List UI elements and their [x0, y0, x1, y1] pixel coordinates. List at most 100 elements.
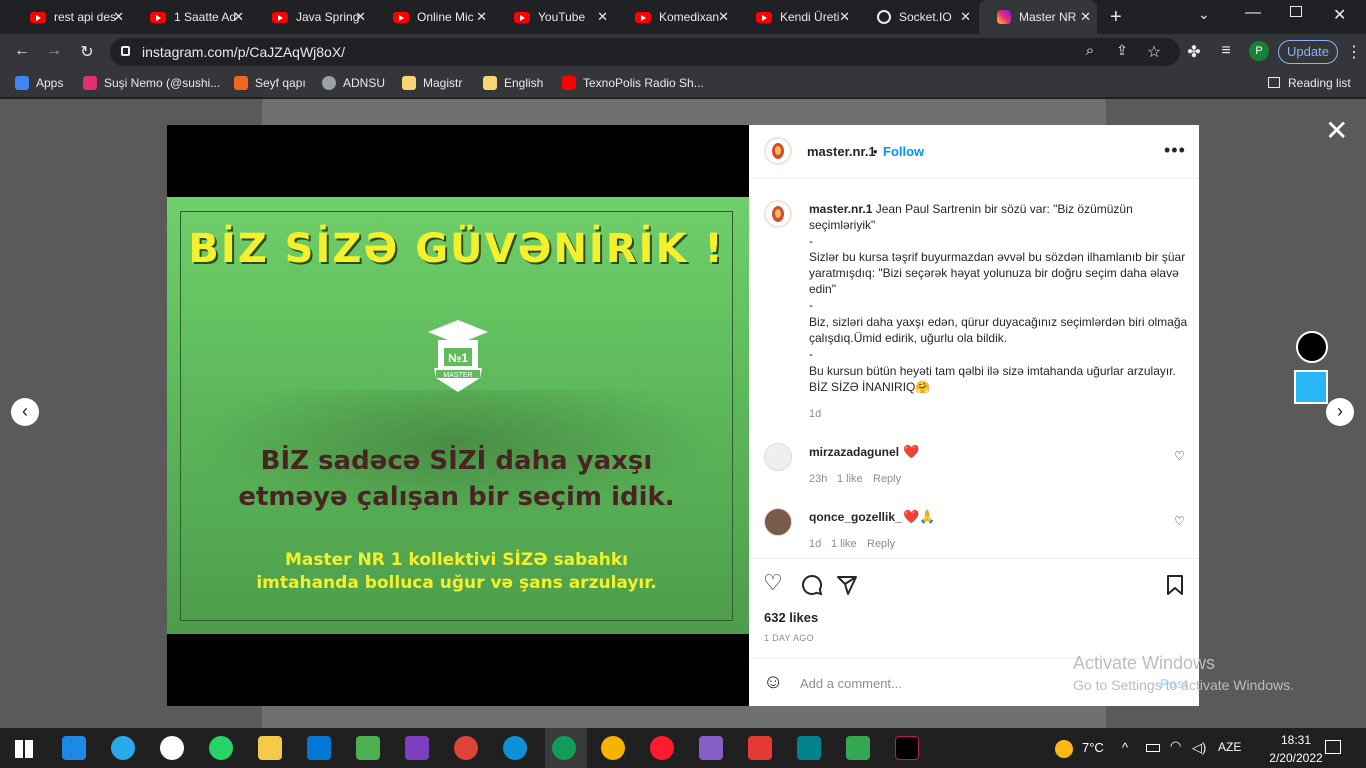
back-icon[interactable]: ←: [10, 42, 34, 60]
caption-avatar[interactable]: [764, 200, 792, 228]
tab-close-icon[interactable]: ✕: [355, 9, 366, 25]
bookmark-star-icon[interactable]: ☆: [1142, 42, 1166, 62]
tab-close-icon[interactable]: ✕: [113, 9, 124, 25]
add-comment-input[interactable]: Add a comment...: [800, 676, 902, 691]
clock-time[interactable]: 18:31: [1268, 733, 1324, 747]
mail-icon[interactable]: [62, 736, 86, 760]
comment-likes[interactable]: 1 like: [831, 538, 857, 550]
profile-avatar[interactable]: P: [1249, 41, 1269, 61]
share-icon[interactable]: ⇪: [1110, 42, 1134, 59]
more-options-icon[interactable]: •••: [1164, 140, 1186, 161]
reading-list-button[interactable]: Reading list: [1268, 76, 1351, 90]
browser-tab[interactable]: 1 Saatte Ad ✕: [132, 0, 250, 34]
reply-button[interactable]: Reply: [873, 473, 901, 485]
media-app-icon[interactable]: [748, 736, 772, 760]
commenter-avatar[interactable]: [764, 508, 792, 536]
minimize-icon[interactable]: —: [1245, 4, 1261, 22]
like-icon[interactable]: ♡: [763, 570, 783, 596]
browser-tab[interactable]: Online Mic ✕: [375, 0, 493, 34]
comment-user[interactable]: mirzazadagunel: [809, 445, 899, 459]
browser-tab[interactable]: Komedixan ✕: [617, 0, 735, 34]
tab-close-icon[interactable]: ✕: [960, 9, 971, 25]
media-control-icon[interactable]: ≡: [1214, 42, 1238, 60]
visual-studio-icon[interactable]: [405, 736, 429, 760]
close-window-icon[interactable]: ✕: [1333, 5, 1346, 25]
chrome-icon[interactable]: [601, 736, 625, 760]
new-tab-button[interactable]: +: [1110, 6, 1122, 29]
close-modal-icon[interactable]: ✕: [1325, 114, 1348, 147]
update-button[interactable]: Update: [1278, 40, 1338, 64]
telegram-icon[interactable]: [111, 736, 135, 760]
restore-icon[interactable]: [1290, 6, 1302, 17]
next-post-button[interactable]: ›: [1326, 398, 1354, 426]
url-text[interactable]: instagram.com/p/CaJZAqWj8oX/: [142, 44, 345, 60]
vscode-icon[interactable]: [307, 736, 331, 760]
bookmark-item[interactable]: Apps: [15, 76, 63, 90]
browser-tab[interactable]: Kendi Üreti ✕: [738, 0, 856, 34]
whatsapp-icon[interactable]: [209, 736, 233, 760]
volume-icon[interactable]: ◁): [1192, 740, 1206, 756]
google-drive-icon[interactable]: [846, 736, 870, 760]
smile-extension-icon[interactable]: [1294, 370, 1328, 404]
clock-date[interactable]: 2/20/2022: [1264, 751, 1328, 765]
browser-tab[interactable]: Socket.IO ✕: [859, 0, 977, 34]
reload-icon[interactable]: ↻: [75, 42, 99, 62]
reply-button[interactable]: Reply: [867, 538, 895, 550]
browser-tab[interactable]: Java Spring ✕: [254, 0, 372, 34]
bookmark-item[interactable]: Seyf qapı: [234, 76, 306, 90]
author-avatar[interactable]: [764, 137, 792, 165]
forward-icon[interactable]: →: [42, 42, 66, 60]
likes-count[interactable]: 632 likes: [764, 610, 818, 625]
weather-icon[interactable]: [1055, 740, 1073, 758]
notifications-icon[interactable]: [1325, 740, 1341, 754]
tray-chevron-icon[interactable]: ^: [1122, 740, 1128, 755]
bookmark-item[interactable]: English: [483, 76, 543, 90]
dev-tool-icon[interactable]: [356, 736, 380, 760]
tab-close-icon[interactable]: ✕: [1080, 9, 1091, 25]
browser-tab[interactable]: YouTube ✕: [496, 0, 614, 34]
share-post-icon[interactable]: [836, 574, 858, 596]
tab-close-icon[interactable]: ✕: [839, 9, 850, 25]
zoom-icon[interactable]: ⌕: [1078, 42, 1102, 59]
author-username[interactable]: master.nr.1: [807, 144, 876, 159]
file-explorer-icon[interactable]: [258, 736, 282, 760]
comment-likes[interactable]: 1 like: [837, 473, 863, 485]
comment-user[interactable]: qonce_gozellik_: [809, 510, 902, 524]
rider-icon[interactable]: [895, 736, 919, 760]
tia-portal-icon[interactable]: [797, 736, 821, 760]
browser-tab[interactable]: Master NR ✕: [979, 0, 1097, 34]
caption-username[interactable]: master.nr.1: [809, 202, 872, 216]
tab-close-icon[interactable]: ✕: [233, 9, 244, 25]
language-indicator[interactable]: AZE: [1218, 740, 1241, 754]
tab-close-icon[interactable]: ✕: [476, 9, 487, 25]
save-icon[interactable]: [1165, 574, 1185, 596]
menu-icon[interactable]: ⋮: [1342, 42, 1366, 62]
bookmark-item[interactable]: Suşi Nemo (@sushi...: [83, 76, 220, 90]
tab-search-icon[interactable]: ⌄: [1198, 6, 1210, 23]
edge-icon[interactable]: [503, 736, 527, 760]
chrome-icon[interactable]: [454, 736, 478, 760]
battery-icon[interactable]: [1146, 744, 1160, 752]
bookmark-item[interactable]: Magistr: [402, 76, 462, 90]
bookmark-item[interactable]: TexnoPolis Radio Sh...: [562, 76, 704, 90]
commenter-avatar[interactable]: [764, 443, 792, 471]
comment-icon[interactable]: [801, 574, 823, 596]
visual-studio-icon[interactable]: [699, 736, 723, 760]
weather-temp[interactable]: 7°C: [1082, 740, 1104, 755]
like-comment-icon[interactable]: ♡: [1174, 449, 1185, 463]
pen-extension-icon[interactable]: [1296, 331, 1328, 363]
tab-close-icon[interactable]: ✕: [718, 9, 729, 25]
start-icon[interactable]: [15, 740, 33, 758]
bookmark-item[interactable]: ADNSU: [322, 76, 385, 90]
follow-button[interactable]: Follow: [883, 144, 924, 159]
extensions-icon[interactable]: ✤: [1182, 42, 1206, 62]
wifi-icon[interactable]: ◠: [1170, 738, 1181, 754]
like-comment-icon[interactable]: ♡: [1174, 514, 1185, 528]
chrome-dino-icon[interactable]: [160, 736, 184, 760]
opera-icon[interactable]: [650, 736, 674, 760]
tab-close-icon[interactable]: ✕: [597, 9, 608, 25]
browser-tab[interactable]: rest api des ✕: [12, 0, 130, 34]
chrome-profile-icon[interactable]: [552, 736, 576, 760]
previous-post-button[interactable]: ‹: [11, 398, 39, 426]
emoji-icon[interactable]: ☺: [763, 671, 783, 694]
